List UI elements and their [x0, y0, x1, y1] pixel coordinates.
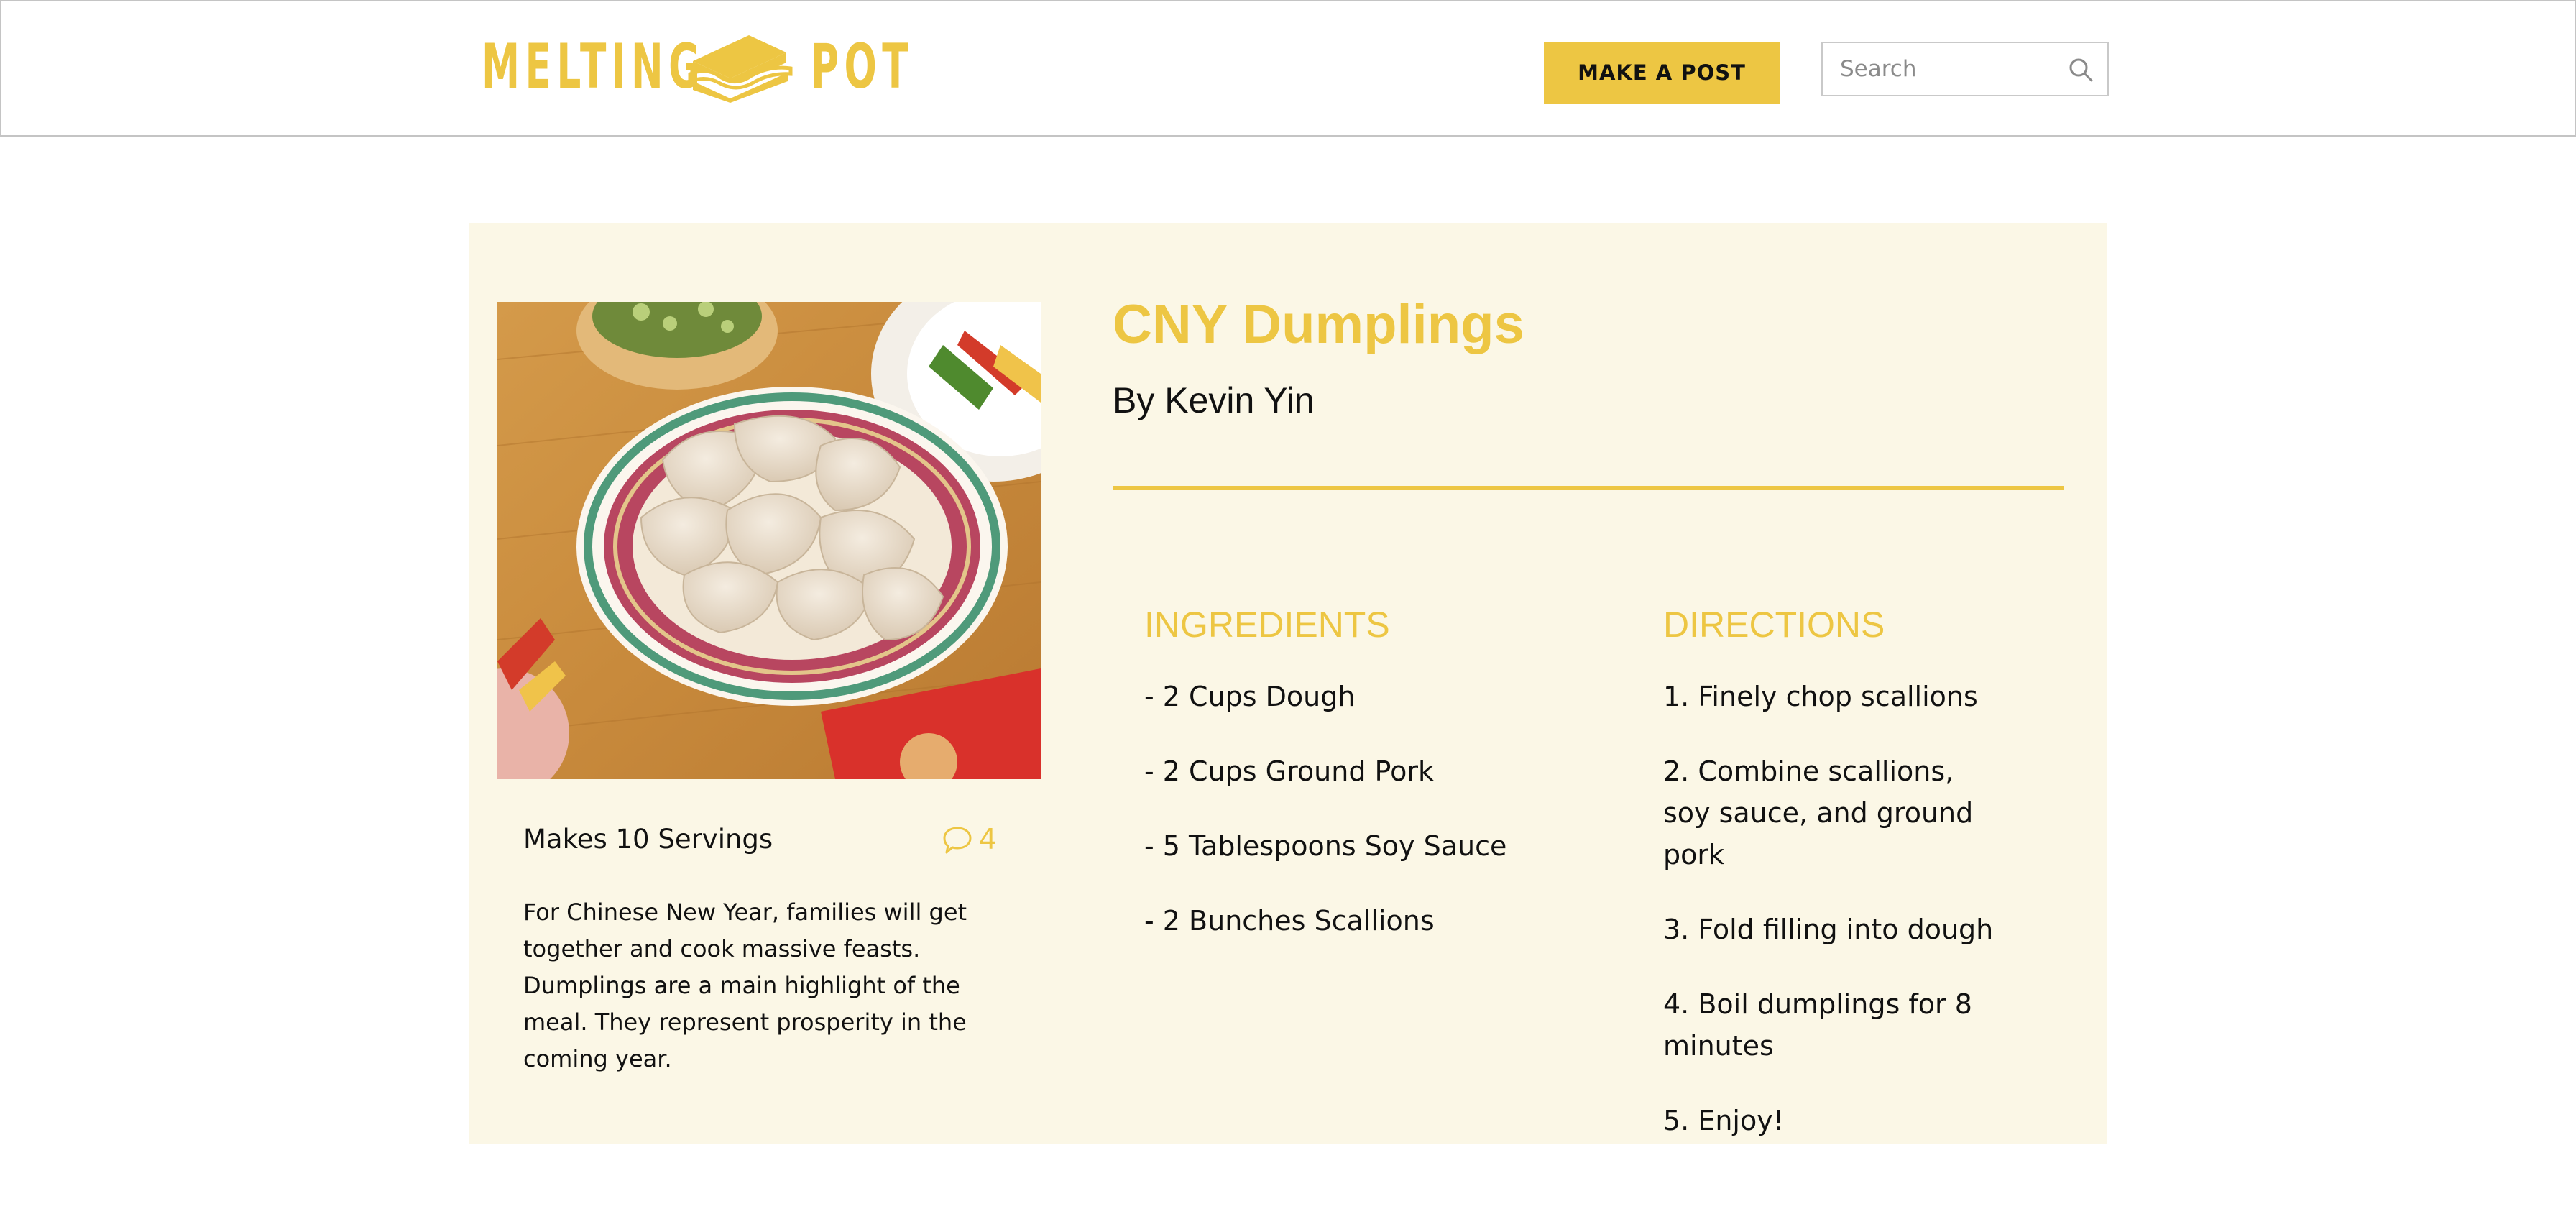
direction-step: 2. Combine scallions, soy sauce, and gro… — [1663, 755, 1974, 870]
directions-list: 1. Finely chop scallions 2. Combine scal… — [1663, 676, 2008, 1174]
direction-step: 1. Finely chop scallions — [1663, 681, 1978, 712]
direction-step: 5. Enjoy! — [1663, 1105, 1784, 1136]
direction-step: 3. Fold filling into dough — [1663, 914, 1994, 945]
ingredient-item: - 5 Tablespoons Soy Sauce — [1144, 830, 1507, 862]
comment-bubble-icon — [943, 827, 972, 853]
site-header: MELTING POT MAKE A POST — [0, 0, 2576, 137]
ingredients-heading: INGREDIENTS — [1144, 604, 1390, 645]
comment-count: 4 — [979, 824, 997, 856]
ingredients-list: - 2 Cups Dough - 2 Cups Ground Pork - 5 … — [1144, 676, 1604, 975]
ingredient-item: - 2 Bunches Scallions — [1144, 905, 1435, 937]
make-a-post-button[interactable]: MAKE A POST — [1544, 42, 1780, 104]
title-divider — [1113, 486, 2064, 490]
logo-text-melting: MELTING — [482, 31, 706, 103]
recipe-description: For Chinese New Year, families will get … — [523, 898, 967, 1072]
directions-heading: DIRECTIONS — [1663, 604, 1885, 645]
search-icon[interactable] — [2067, 56, 2094, 83]
ingredient-item: - 2 Cups Dough — [1144, 681, 1356, 712]
ingredient-item: - 2 Cups Ground Pork — [1144, 755, 1434, 787]
search-box[interactable] — [1821, 42, 2109, 96]
direction-step: 4. Boil dumplings for 8 minutes — [1663, 988, 1972, 1062]
comments-link[interactable]: 4 — [942, 824, 997, 856]
dumplings-photo — [497, 302, 1041, 779]
search-input[interactable] — [1823, 43, 2060, 95]
servings-text: Makes 10 Servings — [523, 824, 773, 855]
site-logo[interactable]: MELTING POT — [482, 27, 933, 106]
logo-text-pot: POT — [811, 31, 914, 103]
recipe-author[interactable]: By Kevin Yin — [1113, 380, 1315, 421]
recipe-title: CNY Dumplings — [1113, 294, 1524, 355]
recipe-card: Makes 10 Servings 4 For Chinese New Year… — [469, 223, 2107, 1144]
